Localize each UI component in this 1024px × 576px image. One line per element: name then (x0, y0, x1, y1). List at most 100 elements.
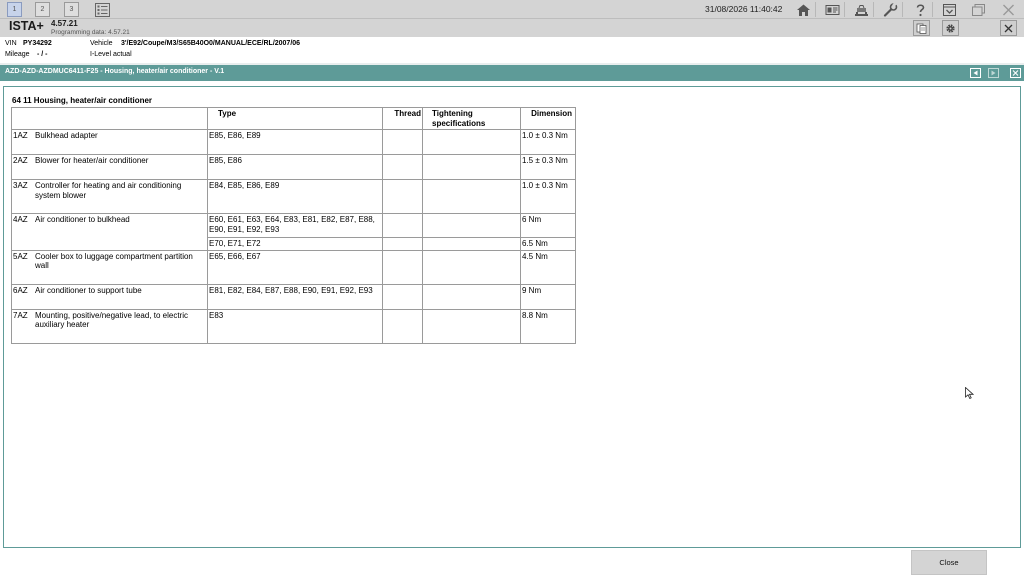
type-cell: E85, E86, E89 (207, 129, 383, 155)
vehicle-id-button[interactable] (823, 1, 842, 18)
component-cell: 5AZ Cooler box to luggage compartment par… (11, 249, 208, 285)
notes-button[interactable] (913, 20, 930, 36)
session-tab-2[interactable]: 2 (35, 2, 50, 17)
datetime-display: 31/08/2026 11:40:42 (705, 4, 783, 14)
table-row: 5AZ Cooler box to luggage compartment par… (11, 249, 576, 285)
session-tab-3[interactable]: 3 (64, 2, 79, 17)
top-toolbar: 1 2 3 31/08/2026 11:40:42 (0, 0, 1024, 19)
thread-cell (382, 249, 423, 285)
component-name: Cooler box to luggage compartment partit… (35, 251, 193, 271)
type-cell: E83 (207, 308, 383, 344)
next-document-button[interactable] (988, 68, 999, 78)
vin-label: VIN (5, 40, 17, 47)
tightening-cell (422, 129, 521, 155)
vehicle-lift-button[interactable] (852, 1, 871, 18)
table-header-row: Type Thread Tightening specifications Di… (11, 107, 576, 130)
document-content: 64 11 Housing, heater/air conditioner Ty… (3, 86, 1021, 548)
dimension-cell: 6.5 Nm (520, 237, 576, 251)
tightening-cell (422, 308, 521, 344)
prev-document-button[interactable] (970, 68, 981, 78)
tightening-cell (422, 179, 521, 214)
notes-icon (916, 23, 927, 34)
close-icon (1012, 70, 1019, 76)
header-close-button[interactable] (1000, 20, 1017, 36)
component-cell: 6AZ Air conditioner to support tube (11, 283, 208, 310)
list-button[interactable] (93, 1, 112, 18)
settings-button[interactable] (942, 20, 959, 36)
dimension-cell: 1.5 ± 0.3 Nm (520, 154, 576, 180)
document-titlebar: AZD-AZD-AZDMUC6411-F25 - Housing, heater… (0, 63, 1024, 81)
table-row: 3AZ Controller for heating and air condit… (11, 179, 576, 214)
table-row: 7AZ Mounting, positive/negative lead, to … (11, 308, 576, 344)
app-close-button[interactable] (999, 1, 1018, 18)
service-button[interactable] (881, 1, 900, 18)
session-tab-1[interactable]: 1 (7, 2, 22, 17)
thread-cell (382, 154, 423, 180)
dimension-cell: 4.5 Nm (520, 249, 576, 285)
header-thread: Thread (382, 107, 423, 130)
thread-cell (382, 308, 423, 344)
home-button[interactable] (794, 1, 813, 18)
arrow-right-icon (991, 70, 996, 76)
tightening-cell (422, 237, 521, 251)
thread-cell (382, 237, 423, 251)
programming-data: Programming data: 4.57.21 (51, 29, 130, 36)
component-code: 6AZ (13, 285, 28, 295)
close-icon (1004, 24, 1013, 32)
component-cell: 3AZ Controller for heating and air condit… (11, 179, 208, 214)
tightening-cell (422, 283, 521, 310)
tightening-cell (422, 213, 521, 238)
type-cell: E60, E61, E63, E64, E83, E81, E82, E87, … (207, 213, 383, 238)
document-close-button[interactable] (1010, 68, 1021, 78)
vin-value: PY34292 (23, 40, 52, 47)
dimension-cell: 1.0 ± 0.3 Nm (520, 179, 576, 214)
component-cell: 1AZ Bulkhead adapter (11, 129, 208, 155)
component-name: Air conditioner to support tube (35, 285, 142, 295)
header-type: Type (207, 107, 383, 130)
header-tightening: Tightening specifications (422, 107, 521, 130)
home-icon (797, 4, 810, 16)
component-code: 4AZ (13, 215, 28, 224)
help-button[interactable] (911, 1, 930, 18)
table-row: 4AZ Air conditioner to bulkhead E60, E61,… (11, 213, 576, 251)
table-row: 6AZ Air conditioner to support tube E81, … (11, 283, 576, 310)
section-title: 64 11 Housing, heater/air conditioner (12, 96, 153, 105)
app-header: ISTA+ 4.57.21 Programming data: 4.57.21 (0, 19, 1024, 37)
type-cell: E70, E71, E72 (207, 237, 383, 251)
mileage-label: Mileage (5, 51, 30, 58)
dimension-cell: 9 Nm (520, 283, 576, 310)
close-button[interactable]: Close (911, 550, 987, 575)
close-icon (1003, 4, 1014, 15)
component-name: Bulkhead adapter (35, 131, 98, 140)
type-cell: E81, E82, E84, E87, E88, E90, E91, E92, … (207, 283, 383, 310)
tightening-cell (422, 249, 521, 285)
vehicle-label: Vehicle (90, 40, 113, 47)
ilevel-label: I-Level actual (90, 51, 132, 58)
thread-cell (382, 129, 423, 155)
document-title: AZD-AZD-AZDMUC6411-F25 - Housing, heater… (5, 68, 225, 75)
tightening-cell (422, 154, 521, 180)
app-version: 4.57.21 (51, 19, 78, 28)
header-dimension: Dimension (520, 107, 576, 130)
thread-cell (382, 283, 423, 310)
type-cell: E85, E86 (207, 154, 383, 180)
gear-icon (946, 23, 955, 33)
vehicle-info: VIN PY34292 Vehicle 3'/E92/Coupe/M3/S65B… (0, 37, 1024, 62)
thread-cell (382, 213, 423, 238)
id-card-icon (825, 4, 840, 15)
list-icon (95, 2, 110, 17)
component-name: Mounting, positive/negative lead, to ele… (35, 310, 188, 330)
component-code: 3AZ (13, 181, 28, 190)
vehicle-lift-icon (855, 4, 868, 16)
thread-cell (382, 179, 423, 214)
help-icon (916, 3, 925, 16)
window-button[interactable] (969, 1, 988, 18)
table-row: 2AZ Blower for heater/air conditioner E85… (11, 154, 576, 180)
table-row: 1AZ Bulkhead adapter E85, E86, E89 1.0 ± … (11, 129, 576, 155)
component-code: 7AZ (13, 310, 28, 320)
tightening-spec-table: Type Thread Tightening specifications Di… (11, 107, 576, 344)
component-code: 5AZ (13, 251, 28, 261)
component-name: Air conditioner to bulkhead (35, 215, 130, 224)
window-icon (972, 3, 985, 16)
minimize-button[interactable] (940, 1, 959, 18)
